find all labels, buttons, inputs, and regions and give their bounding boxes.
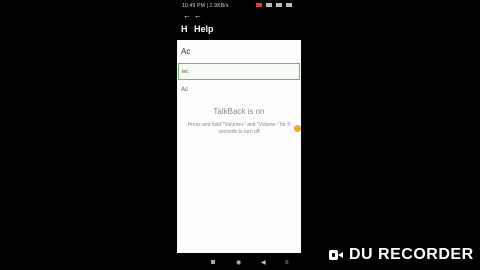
page-title: Help [194, 24, 214, 34]
status-icons [256, 3, 292, 7]
talkback-toast-title: TalkBack is on [213, 107, 265, 116]
notification-icon [256, 3, 262, 7]
status-time: 10:49 PM | 1.9KB/s [182, 3, 229, 9]
signal-icon [266, 3, 272, 7]
home-button[interactable]: ◉ [236, 260, 241, 266]
recents-button[interactable] [211, 260, 215, 264]
app-initial: H [181, 24, 188, 34]
recents-icon [211, 260, 215, 264]
du-recorder-watermark: DU RECORDER [329, 246, 474, 264]
list-item[interactable]: Ac [181, 87, 188, 93]
list-item-header[interactable]: Ac [181, 47, 190, 56]
battery-icon [286, 3, 292, 7]
back-nav-button[interactable]: ◀ [261, 260, 266, 266]
floating-recorder-bubble[interactable] [294, 125, 301, 132]
back-button[interactable]: ← [194, 12, 202, 20]
wifi-icon [276, 3, 282, 7]
watermark-label: DU RECORDER [349, 246, 474, 263]
search-input-value: tec [182, 69, 189, 75]
back-arrow-icon[interactable]: ← [183, 12, 191, 20]
camera-icon [329, 249, 343, 261]
search-input[interactable] [178, 63, 300, 80]
talkback-toast-message: Press and hold "Volume+" and "Volume-" f… [187, 122, 291, 135]
menu-button[interactable]: ≡ [285, 260, 289, 266]
